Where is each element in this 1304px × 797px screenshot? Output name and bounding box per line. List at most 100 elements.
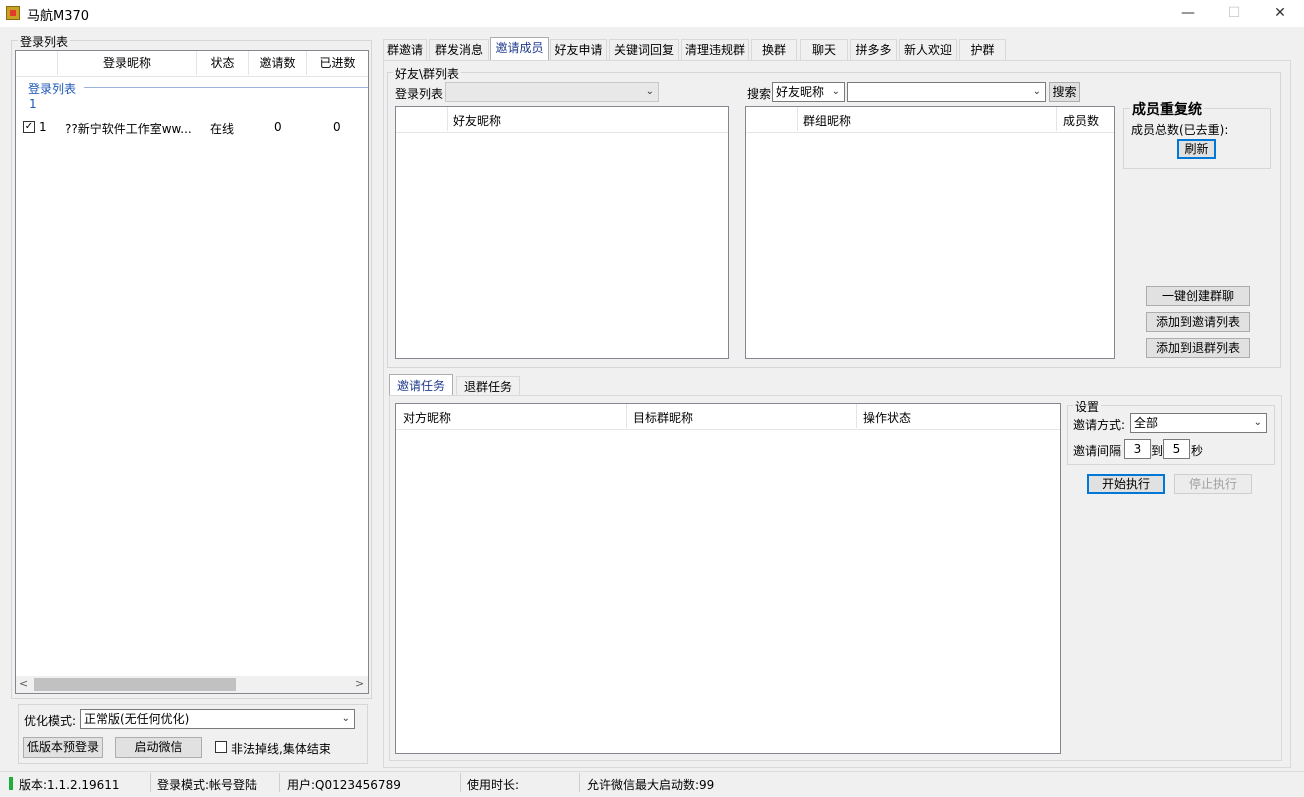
status-login-mode: 登录模式:帐号登陆: [157, 778, 258, 792]
header-nickname[interactable]: 登录昵称: [58, 51, 197, 75]
search-type-select[interactable]: 好友昵称 ⌄: [772, 82, 845, 102]
group-count: 1: [29, 97, 37, 111]
scroll-right-icon[interactable]: >: [355, 677, 364, 690]
tab-new-welcome[interactable]: 新人欢迎: [899, 39, 957, 60]
status-divider: [279, 773, 280, 792]
optimization-label: 优化模式:: [24, 714, 77, 728]
group-list-view[interactable]: 群组昵称 成员数: [745, 106, 1115, 359]
tab-keyword-reply[interactable]: 关键词回复: [609, 39, 679, 60]
tab-clean-groups[interactable]: 清理违规群: [681, 39, 749, 60]
header-blank: [396, 107, 448, 131]
friend-list-header: 好友昵称: [396, 107, 728, 133]
task-list-view[interactable]: 对方昵称 目标群昵称 操作状态: [395, 403, 1061, 754]
chevron-down-icon: ⌄: [645, 86, 654, 97]
chevron-down-icon: ⌄: [1032, 86, 1041, 97]
tab-chat[interactable]: 聊天: [800, 39, 848, 60]
search-label: 搜索: [747, 87, 772, 101]
status-divider: [460, 773, 461, 792]
tab-pinduoduo[interactable]: 拼多多: [850, 39, 897, 60]
offline-checkbox[interactable]: [215, 741, 227, 753]
row-invites: 0: [274, 120, 282, 134]
friend-group-list-title: 好友\群列表: [393, 65, 462, 82]
row-nickname: ??新宁软件工作室ww...: [65, 122, 192, 136]
group-label[interactable]: 登录列表: [28, 80, 76, 97]
tab-invite-members[interactable]: 邀请成员: [490, 37, 549, 61]
invite-mode-select[interactable]: 全部 ⌄: [1130, 413, 1267, 433]
login-list-view[interactable]: 登录昵称 状态 邀请数 已进数 登录列表 1 ✓ 1 ??新宁软件工作室ww..…: [15, 50, 369, 694]
table-row[interactable]: ✓ 1 ??新宁软件工作室ww... 在线 0 0: [16, 117, 368, 137]
search-input[interactable]: ⌄: [847, 82, 1046, 102]
header-status[interactable]: 状态: [197, 51, 249, 75]
header-blank: [746, 107, 798, 131]
chevron-down-icon: ⌄: [341, 713, 350, 724]
member-total-label: 成员总数(已去重):: [1131, 123, 1229, 137]
offline-checkbox-label: 非法掉线,集体结束: [231, 742, 331, 756]
interval-from-input[interactable]: 3: [1124, 439, 1151, 459]
friend-list-view[interactable]: 好友昵称: [395, 106, 729, 359]
refresh-button[interactable]: 刷新: [1177, 139, 1216, 159]
row-checkbox[interactable]: ✓: [23, 121, 35, 133]
launch-wechat-button[interactable]: 启动微信: [115, 737, 202, 758]
interval-to-input[interactable]: 5: [1163, 439, 1190, 459]
status-usage: 使用时长:: [467, 778, 520, 792]
header-invites[interactable]: 邀请数: [249, 51, 307, 75]
member-dedup-title: 成员重复统: [1130, 99, 1204, 119]
add-to-invite-list-button[interactable]: 添加到邀请列表: [1146, 312, 1250, 332]
chevron-down-icon: ⌄: [1253, 417, 1262, 428]
scroll-left-icon[interactable]: <: [19, 677, 28, 690]
create-group-chat-button[interactable]: 一键创建群聊: [1146, 286, 1250, 306]
header-divider: [856, 404, 857, 428]
search-type-value: 好友昵称: [776, 85, 825, 99]
tab-group-broadcast[interactable]: 群发消息: [429, 39, 489, 60]
search-button[interactable]: 搜索: [1049, 82, 1080, 102]
invite-mode-value: 全部: [1134, 416, 1159, 430]
row-status: 在线: [210, 122, 235, 136]
maximize-icon[interactable]: ☐: [1211, 0, 1257, 27]
login-list-header: 登录昵称 状态 邀请数 已进数: [16, 51, 368, 77]
add-to-quit-list-button[interactable]: 添加到退群列表: [1146, 338, 1250, 358]
tab-switch-group[interactable]: 换群: [751, 39, 797, 60]
tab-group-invite[interactable]: 群邀请: [383, 39, 427, 60]
group-divider: [84, 87, 368, 88]
tab-friend-request[interactable]: 好友申请: [550, 39, 607, 60]
invite-mode-label: 邀请方式:: [1073, 418, 1126, 432]
chevron-down-icon: ⌄: [831, 86, 840, 97]
header-target-group[interactable]: 目标群昵称: [633, 409, 693, 426]
login-list-group-title: 登录列表: [18, 33, 71, 50]
app-logo-icon: [6, 6, 20, 20]
start-button[interactable]: 开始执行: [1087, 474, 1165, 494]
minimize-icon[interactable]: —: [1165, 0, 1211, 27]
header-friend-nickname[interactable]: 好友昵称: [453, 112, 501, 129]
settings-title: 设置: [1073, 398, 1102, 415]
header-operation-status[interactable]: 操作状态: [863, 409, 911, 426]
seconds-label: 秒: [1191, 444, 1204, 458]
tab-quit-tasks[interactable]: 退群任务: [456, 376, 520, 396]
interval-label: 邀请间隔: [1073, 444, 1122, 458]
tab-invite-tasks[interactable]: 邀请任务: [389, 374, 453, 396]
stop-button[interactable]: 停止执行: [1174, 474, 1252, 494]
group-list-header: 群组昵称 成员数: [746, 107, 1114, 133]
scrollbar-thumb[interactable]: [34, 678, 236, 691]
header-divider: [626, 404, 627, 428]
tab-protect-group[interactable]: 护群: [959, 39, 1006, 60]
status-user: 用户:Q0123456789: [287, 778, 401, 792]
optimization-value: 正常版(无任何优化): [84, 712, 190, 726]
login-account-select[interactable]: ⌄: [445, 82, 659, 102]
window-title: 马航M370: [27, 9, 90, 24]
header-joined[interactable]: 已进数: [307, 51, 368, 75]
status-max-launch: 允许微信最大启动数:99: [587, 778, 715, 792]
optimization-select[interactable]: 正常版(无任何优化) ⌄: [80, 709, 355, 729]
status-divider: [150, 773, 151, 792]
low-version-login-button[interactable]: 低版本预登录: [23, 737, 103, 758]
task-list-header: 对方昵称 目标群昵称 操作状态: [396, 404, 1060, 430]
header-group-nickname[interactable]: 群组昵称: [803, 112, 851, 129]
header-divider: [1056, 107, 1057, 131]
close-icon[interactable]: ✕: [1257, 0, 1303, 27]
row-joined: 0: [333, 120, 341, 134]
horizontal-scrollbar[interactable]: < >: [16, 676, 368, 693]
header-target-nickname[interactable]: 对方昵称: [403, 409, 451, 426]
status-indicator-icon: [9, 777, 13, 790]
header-member-count[interactable]: 成员数: [1063, 112, 1099, 129]
status-divider: [579, 773, 580, 792]
row-index: 1: [39, 120, 47, 134]
